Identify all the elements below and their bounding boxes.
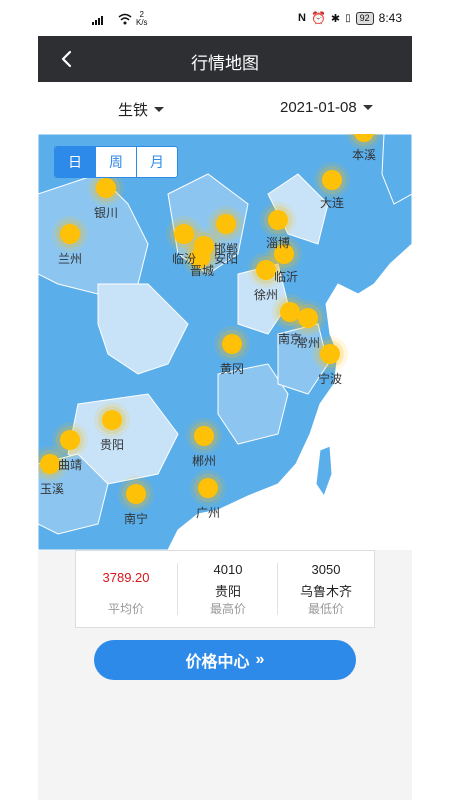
date-select-label: 2021-01-08: [280, 99, 357, 116]
alarm-icon: ⏰: [310, 11, 326, 25]
city-label: 安阳: [214, 252, 239, 266]
highest-price-value: 4010: [213, 562, 243, 577]
battery-indicator: 92: [355, 11, 374, 25]
status-left: 2 K/s: [92, 11, 148, 27]
city-label: 银川: [94, 206, 119, 220]
city-label: 贵阳: [100, 438, 125, 452]
status-right: N ⏰ ✱ ▯ 92 8:43: [298, 11, 402, 25]
tab-month[interactable]: 月: [136, 147, 177, 177]
marker-dot: [126, 484, 146, 504]
double-chevron-right-icon: »: [255, 651, 265, 668]
city-label: 徐州: [254, 288, 279, 302]
lowest-price-value: 3050: [311, 562, 341, 577]
highest-price-label: 最高价: [209, 602, 246, 616]
marker-dot: [40, 454, 60, 474]
app-bar: 行情地图: [38, 36, 412, 82]
city-label: 广州: [196, 506, 221, 520]
city-marker-3[interactable]: [52, 216, 88, 252]
marker-dot: [322, 170, 342, 190]
speed-unit: K/s: [136, 18, 148, 27]
page-title: 行情地图: [191, 54, 259, 73]
filter-bar: 生铁 2021-01-08: [38, 82, 412, 134]
marker-dot: [298, 308, 318, 328]
marker-dot: [222, 334, 242, 354]
city-marker-8[interactable]: [260, 202, 296, 238]
status-bar: 2 K/s N ⏰ ✱ ▯ 92 8:43: [38, 0, 412, 36]
city-label: 宁波: [318, 372, 343, 386]
average-price-label: 平均价: [107, 602, 144, 616]
city-label: 南宁: [124, 512, 149, 526]
marker-dot: [96, 178, 116, 198]
highest-price: 4010 贵阳 最高价: [178, 551, 278, 627]
city-label: 临沂: [274, 270, 299, 284]
city-label: 兰州: [58, 252, 83, 266]
caret-down-icon: [362, 105, 373, 110]
marker-dot: [60, 430, 80, 450]
signal-icon: [92, 16, 103, 25]
city-label: 常州: [296, 336, 321, 350]
tab-day[interactable]: 日: [55, 147, 95, 177]
lowest-price-city: 乌鲁木齐: [299, 584, 352, 599]
wifi-icon: [118, 13, 132, 25]
tab-week[interactable]: 周: [95, 147, 136, 177]
marker-dot: [320, 344, 340, 364]
city-marker-19[interactable]: [118, 476, 154, 512]
nfc-icon: N: [297, 12, 306, 24]
city-marker-14[interactable]: [214, 326, 250, 362]
marker-dot: [194, 426, 214, 446]
city-marker-1[interactable]: [314, 162, 350, 198]
marker-dot: [60, 224, 80, 244]
average-price: 3789.20 平均价: [76, 551, 176, 627]
price-center-label: 价格中心: [185, 654, 250, 671]
taiwan-region: [315, 445, 333, 498]
city-label: 淄博: [266, 236, 291, 250]
marker-dot: [216, 214, 236, 234]
app-screen: 2 K/s N ⏰ ✱ ▯ 92 8:43 行情地图 生铁 2021-01-08: [38, 0, 412, 800]
product-select[interactable]: 生铁: [118, 99, 165, 120]
marker-dot: [256, 260, 276, 280]
bluetooth-icon: ✱: [330, 12, 341, 25]
network-speed: 2 K/s: [136, 11, 148, 27]
city-label: 曲靖: [58, 458, 83, 472]
marker-dot: [102, 410, 122, 430]
date-select[interactable]: 2021-01-08: [280, 99, 373, 116]
marker-dot: [268, 210, 288, 230]
clock: 8:43: [378, 11, 402, 25]
city-label: 本溪: [352, 148, 377, 162]
price-summary-card: 3789.20 平均价 4010 贵阳 最高价 3050 乌鲁木齐 最低价: [75, 550, 375, 628]
city-label: 大连: [320, 196, 345, 210]
price-map[interactable]: 本溪 大连 银川 兰州 临汾 邯郸 安阳 晋城 淄博 临沂 徐州 南京 常州 宁波 黄冈 贵阳 曲靖 玉溪 郴州 南宁…: [38, 134, 412, 550]
city-label: 黄冈: [220, 362, 245, 376]
city-label: 晋城: [190, 264, 215, 278]
marker-dot: [198, 478, 218, 498]
lowest-price: 3050 乌鲁木齐 最低价: [278, 551, 374, 627]
highest-price-city: 贵阳: [214, 584, 241, 599]
china-map: [38, 134, 412, 550]
vibrate-icon: ▯: [345, 12, 351, 24]
lowest-price-label: 最低价: [307, 602, 344, 616]
period-tabs: 日 周 月: [54, 146, 178, 178]
city-label: 郴州: [192, 454, 217, 468]
price-center-button[interactable]: 价格中心 »: [94, 640, 356, 680]
caret-down-icon: [154, 107, 165, 112]
city-marker-20[interactable]: [190, 470, 226, 506]
city-marker-15[interactable]: [94, 402, 130, 438]
city-marker-18[interactable]: [186, 418, 222, 454]
average-price-value: 3789.20: [102, 570, 150, 585]
city-label: 玉溪: [40, 482, 65, 496]
product-select-label: 生铁: [118, 102, 149, 119]
